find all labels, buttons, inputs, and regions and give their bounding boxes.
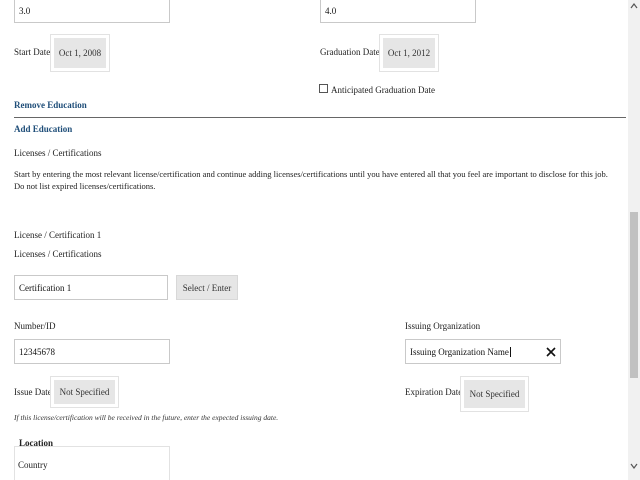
graduation-date-button[interactable]: Oct 1, 2012: [383, 38, 435, 68]
expiration-date-picker[interactable]: Not Specified: [460, 376, 529, 412]
add-education-link[interactable]: Add Education: [14, 124, 72, 134]
select-enter-button[interactable]: Select / Enter: [176, 275, 238, 300]
graduation-date-picker[interactable]: Oct 1, 2012: [379, 34, 439, 72]
remove-education-link[interactable]: Remove Education: [14, 100, 87, 110]
issuing-organization-label: Issuing Organization: [405, 321, 481, 331]
issuing-organization-text: Issuing Organization Name: [410, 346, 509, 357]
section-divider: [14, 117, 626, 118]
gpa-scale-input[interactable]: 4.0: [320, 0, 476, 23]
issue-date-label: Issue Date: [14, 387, 52, 397]
start-date-label: Start Date: [14, 47, 51, 57]
start-date-button[interactable]: Oct 1, 2008: [54, 38, 106, 68]
licenses-instructions-line2: Do not list expired licenses/certificati…: [14, 181, 156, 191]
licenses-instructions: Start by entering the most relevant lice…: [14, 168, 628, 192]
scrollbar-thumb[interactable]: [630, 212, 638, 378]
certification-input[interactable]: Certification 1: [14, 275, 168, 300]
licenses-instructions-line1: Start by entering the most relevant lice…: [14, 169, 608, 179]
country-label: Country: [18, 460, 48, 470]
issuing-organization-value: Issuing Organization Name: [410, 346, 511, 357]
anticipated-graduation-checkbox[interactable]: [319, 84, 328, 93]
start-date-picker[interactable]: Oct 1, 2008: [50, 34, 110, 72]
number-id-value: 12345678: [19, 346, 55, 357]
expiration-date-button[interactable]: Not Specified: [464, 380, 525, 408]
certification-value: Certification 1: [19, 282, 72, 293]
gpa-value: 3.0: [19, 6, 31, 16]
issue-date-button[interactable]: Not Specified: [54, 380, 115, 404]
issue-date-picker[interactable]: Not Specified: [50, 376, 119, 408]
chevron-up-icon[interactable]: [630, 2, 638, 11]
gpa-scale-value: 4.0: [325, 6, 337, 16]
issuing-organization-input[interactable]: Issuing Organization Name: [405, 339, 561, 364]
expiration-date-label: Expiration Date: [405, 387, 463, 397]
anticipated-graduation-label: Anticipated Graduation Date: [331, 85, 435, 95]
close-icon[interactable]: [546, 346, 556, 357]
chevron-down-icon[interactable]: [630, 462, 638, 471]
graduation-date-label: Graduation Date: [320, 47, 380, 57]
licenses-field-label: Licenses / Certifications: [14, 249, 102, 259]
number-id-label: Number/ID: [14, 321, 56, 331]
license-item-title: License / Certification 1: [14, 230, 102, 240]
licenses-section-title: Licenses / Certifications: [14, 148, 102, 158]
gpa-input[interactable]: 3.0: [14, 0, 170, 23]
number-id-input[interactable]: 12345678: [14, 339, 170, 364]
future-date-note: If this license/certification will be re…: [14, 413, 279, 422]
